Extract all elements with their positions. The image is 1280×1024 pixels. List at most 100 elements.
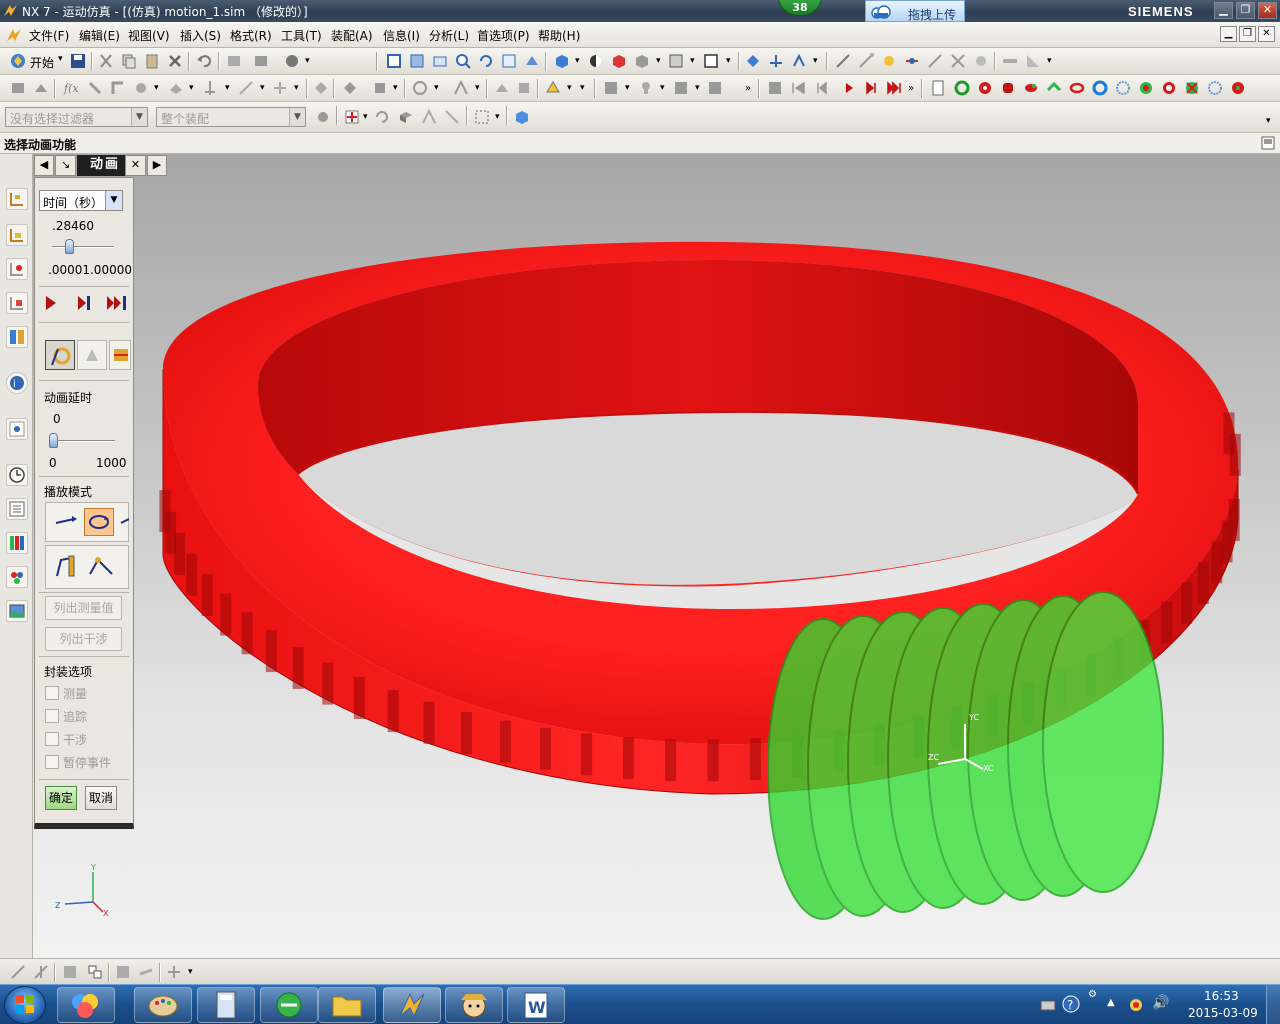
connector-dropdown-icon[interactable]: ▾ [154, 83, 159, 93]
fast-forward-icon[interactable] [887, 80, 903, 96]
gear-motion-icon[interactable] [954, 80, 970, 96]
tray-options-icon[interactable]: ⚙ [1088, 989, 1097, 1000]
time-unit-select[interactable]: 时间（秒） ▼ [39, 190, 123, 211]
clock-tab[interactable] [6, 464, 28, 486]
display-mode-icon[interactable] [284, 53, 300, 69]
spreadsheet-icon[interactable] [707, 80, 723, 96]
loop-mode-button[interactable] [84, 508, 114, 536]
snap-center-icon[interactable] [904, 53, 920, 69]
menu-assembly[interactable]: 装配(A) [331, 27, 373, 44]
sprocket-icon[interactable] [1115, 80, 1131, 96]
doc-minimize-button[interactable]: ▁ [1220, 26, 1237, 42]
palettes-tab[interactable] [6, 566, 28, 588]
fast-forward-icon[interactable] [106, 294, 130, 312]
rewind-start-icon[interactable] [790, 80, 806, 96]
row2-overflow-icon[interactable]: ▾ [580, 83, 585, 93]
taskbar-nx[interactable] [383, 987, 441, 1023]
taskbar-word[interactable]: W [507, 987, 565, 1023]
snap-mid-icon[interactable] [881, 53, 897, 69]
doc-restore-button[interactable]: ❐ [1239, 26, 1256, 42]
layer-dropdown-icon[interactable]: ▾ [726, 56, 731, 66]
cancel-button[interactable]: 取消 [85, 786, 117, 810]
solution-dropdown-icon[interactable]: ▾ [393, 83, 398, 93]
toolbar-options-icon[interactable]: ▾ [1266, 116, 1271, 126]
cut-icon[interactable] [98, 53, 114, 69]
motion-navigator-tab[interactable] [6, 258, 28, 280]
helical-gear-icon[interactable] [1184, 80, 1200, 96]
delete-icon[interactable] [167, 53, 183, 69]
interference-icon[interactable] [494, 80, 510, 96]
measure-angle-icon[interactable] [1025, 53, 1041, 69]
select-curves-icon[interactable] [138, 964, 154, 980]
packaging-dropdown-icon[interactable]: ▾ [567, 83, 572, 93]
help-icon[interactable]: ? [1062, 995, 1080, 1013]
zoom-icon[interactable] [455, 53, 471, 69]
play-icon[interactable] [43, 294, 59, 312]
connector-icon[interactable] [133, 80, 149, 96]
toolbar-overflow-icon[interactable]: ▾ [305, 56, 310, 66]
undo-icon[interactable] [196, 53, 212, 69]
taskbar-explorer[interactable] [318, 987, 376, 1023]
menu-information[interactable]: 信息(I) [383, 27, 420, 44]
menu-preferences[interactable]: 首选项(P) [477, 27, 530, 44]
measure-motion-icon[interactable] [516, 80, 532, 96]
show-desktop-button[interactable] [1266, 985, 1280, 1024]
wcs-dropdown-icon[interactable]: ▾ [813, 56, 818, 66]
assembly-navigator-tab[interactable] [6, 188, 28, 210]
orient-view-icon[interactable] [554, 53, 570, 69]
bevel-gear-icon[interactable] [1207, 80, 1223, 96]
measure-distance-icon[interactable] [1002, 53, 1018, 69]
shaded-icon[interactable] [611, 53, 627, 69]
anim-export-icon[interactable] [767, 80, 783, 96]
pause-event-checkbox[interactable] [45, 755, 59, 769]
graph-dropdown-icon[interactable]: ▾ [434, 83, 439, 93]
trace-checkbox[interactable] [45, 709, 59, 723]
taskbar-app-1[interactable] [57, 987, 115, 1023]
cam-icon[interactable] [1023, 80, 1039, 96]
menu-help[interactable]: 帮助(H) [538, 27, 580, 44]
select-body-icon[interactable] [398, 109, 414, 125]
background-dropdown-icon[interactable]: ▾ [690, 56, 695, 66]
copy-icon[interactable] [121, 53, 137, 69]
torque-icon[interactable] [272, 80, 288, 96]
copy-object-icon[interactable] [226, 53, 242, 69]
cue-options-icon[interactable] [1261, 136, 1275, 150]
keyboard-icon[interactable] [1040, 997, 1056, 1013]
select-component-icon[interactable] [62, 964, 78, 980]
delay-slider[interactable] [49, 433, 58, 448]
pin-icon[interactable]: ↘ [55, 155, 76, 176]
cylinder-icon[interactable] [1000, 80, 1016, 96]
new-doc-icon[interactable] [930, 80, 946, 96]
forward-motion-icon[interactable] [53, 554, 79, 580]
fit-view-icon[interactable] [386, 53, 402, 69]
menu-analysis[interactable]: 分析(L) [429, 27, 469, 44]
wcs-dynamic-icon[interactable] [768, 53, 784, 69]
rect-select-dropdown-icon[interactable]: ▾ [495, 112, 500, 122]
record-button[interactable] [109, 340, 131, 370]
volume-icon[interactable]: 🔊 [1152, 995, 1169, 1011]
bottom-dropdown-icon[interactable]: ▾ [188, 967, 193, 977]
reverse-motion-icon[interactable] [88, 554, 114, 580]
contact-icon[interactable] [168, 80, 184, 96]
undo-select-icon[interactable] [374, 109, 390, 125]
force-dropdown-icon[interactable]: ▾ [260, 83, 265, 93]
spring-icon[interactable] [202, 80, 218, 96]
menu-tools[interactable]: 工具(T) [281, 27, 322, 44]
toggle-trace-button[interactable] [45, 340, 75, 370]
solver-icon[interactable] [342, 80, 358, 96]
torque-dropdown-icon[interactable]: ▾ [294, 83, 299, 93]
motion-env-icon[interactable] [10, 80, 26, 96]
orient-view-dropdown-icon[interactable]: ▾ [575, 56, 580, 66]
time-slider[interactable] [65, 239, 75, 254]
ok-button[interactable]: 确定 [45, 786, 77, 810]
save-icon[interactable] [70, 53, 86, 69]
clock-date[interactable]: 2015-03-09 [1188, 1006, 1258, 1020]
style-dropdown-icon[interactable]: ▾ [656, 56, 661, 66]
snap-endpoint-icon[interactable] [10, 964, 26, 980]
paste-icon[interactable] [144, 53, 160, 69]
bearing-icon[interactable] [1092, 80, 1108, 96]
spur-gear-icon[interactable] [1161, 80, 1177, 96]
reuse-library-tab[interactable] [6, 326, 28, 348]
zoom-window-icon[interactable] [409, 53, 425, 69]
menu-view[interactable]: 视图(V) [128, 27, 170, 44]
